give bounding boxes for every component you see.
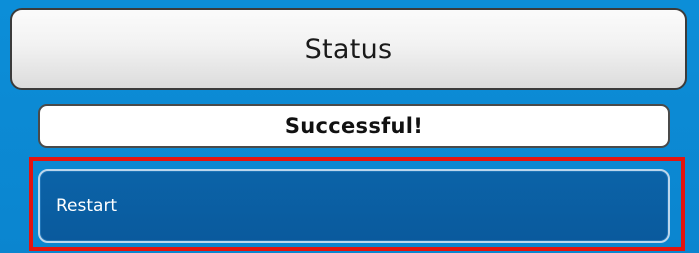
status-title-button[interactable]: Status xyxy=(10,8,687,90)
status-screen: Status Successful! Restart xyxy=(0,0,699,253)
status-message-box: Successful! xyxy=(38,104,670,148)
status-message: Successful! xyxy=(284,114,424,138)
restart-label: Restart xyxy=(56,196,118,216)
page-title: Status xyxy=(304,33,393,65)
restart-button[interactable]: Restart xyxy=(38,169,670,243)
